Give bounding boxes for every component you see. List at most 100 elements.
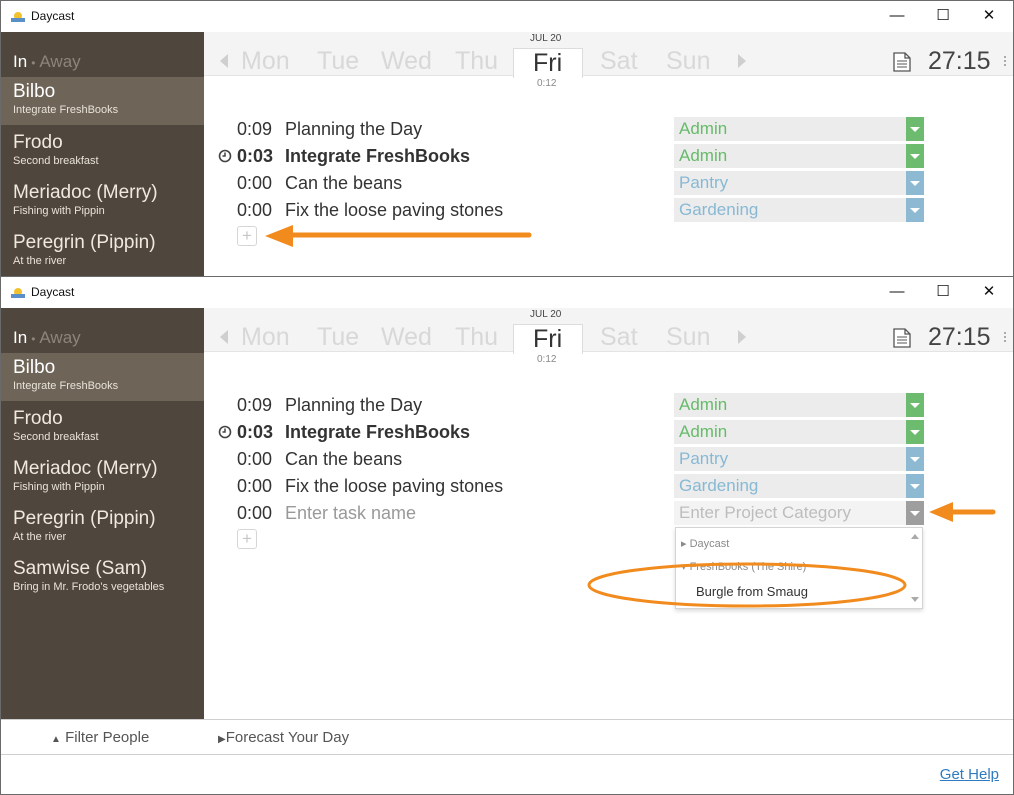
next-week-arrow-icon[interactable]	[738, 54, 746, 68]
person-bilbo[interactable]: Bilbo Integrate FreshBooks	[1, 353, 204, 401]
task-name-input[interactable]: Enter task name	[285, 503, 416, 524]
dropdown-scrollbar[interactable]	[908, 528, 922, 608]
dropdown-group-freshbooks[interactable]: ▾ FreshBooks (The Shire)	[681, 560, 806, 573]
scroll-up-icon[interactable]	[911, 534, 919, 539]
close-button[interactable]: ✕	[974, 281, 1004, 303]
status-in[interactable]: In	[13, 328, 27, 347]
category-dropdown-icon[interactable]	[906, 198, 924, 222]
day-thu[interactable]: Thu	[455, 323, 498, 352]
task-name[interactable]: Planning the Day	[285, 119, 422, 140]
category-dropdown-icon[interactable]	[906, 501, 924, 525]
category-select[interactable]: Pantry	[674, 447, 924, 471]
report-document-icon[interactable]	[893, 52, 911, 72]
person-merry[interactable]: Meriadoc (Merry) Fishing with Pippin	[1, 178, 204, 226]
previous-week-arrow-icon[interactable]	[220, 54, 228, 68]
category-select[interactable]: Admin	[674, 420, 924, 444]
report-document-icon[interactable]	[893, 328, 911, 348]
person-frodo[interactable]: Frodo Second breakfast	[1, 128, 204, 176]
person-task: Fishing with Pippin	[13, 205, 105, 217]
daycast-window-after: Daycast — ☐ ✕ In • Away Bilbo Integrate Fr…	[0, 276, 1014, 795]
day-tue[interactable]: Tue	[317, 47, 359, 76]
day-mon[interactable]: Mon	[241, 47, 290, 76]
minimize-button[interactable]: —	[882, 281, 912, 303]
person-frodo[interactable]: Frodo Second breakfast	[1, 404, 204, 452]
day-sun[interactable]: Sun	[666, 47, 710, 76]
category-select[interactable]: Admin	[674, 117, 924, 141]
task-name[interactable]: Fix the loose paving stones	[285, 200, 503, 221]
person-task: Bring in Mr. Frodo's vegetables	[13, 581, 165, 593]
person-bilbo[interactable]: Bilbo Integrate FreshBooks	[1, 77, 204, 125]
maximize-button[interactable]: ☐	[928, 281, 958, 303]
day-fri[interactable]: Fri	[533, 49, 562, 78]
category-dropdown-icon[interactable]	[906, 171, 924, 195]
task-name[interactable]: Integrate FreshBooks	[285, 422, 470, 443]
close-button[interactable]: ✕	[974, 5, 1004, 27]
task-name[interactable]: Can the beans	[285, 173, 402, 194]
person-pippin[interactable]: Peregrin (Pippin) At the river	[1, 504, 204, 552]
running-timer-icon[interactable]	[218, 425, 232, 439]
caret-up-icon: ▲	[51, 734, 61, 745]
day-tue[interactable]: Tue	[317, 323, 359, 352]
status-away[interactable]: Away	[39, 328, 80, 347]
group-label: Daycast	[689, 538, 730, 550]
total-time: 27:15	[928, 323, 991, 351]
task-name[interactable]: Integrate FreshBooks	[285, 146, 470, 167]
category-select[interactable]: Admin	[674, 144, 924, 168]
running-timer-icon[interactable]	[218, 149, 232, 163]
add-task-button[interactable]: +	[237, 226, 257, 246]
category-select[interactable]: Admin	[674, 393, 924, 417]
status-in[interactable]: In	[13, 52, 27, 71]
category-dropdown-icon[interactable]	[906, 393, 924, 417]
task-name[interactable]: Planning the Day	[285, 395, 422, 416]
person-merry[interactable]: Meriadoc (Merry) Fishing with Pippin	[1, 454, 204, 502]
day-wed[interactable]: Wed	[381, 47, 432, 76]
category-label: Admin	[679, 422, 728, 441]
get-help-link[interactable]: Get Help	[940, 766, 999, 783]
filter-people-toggle[interactable]: ▲ Filter People	[51, 729, 149, 746]
more-menu-icon[interactable]	[1004, 332, 1007, 344]
more-menu-icon[interactable]	[1004, 56, 1007, 68]
category-dropdown-icon[interactable]	[906, 144, 924, 168]
category-select[interactable]: Gardening	[674, 198, 924, 222]
day-mon[interactable]: Mon	[241, 323, 290, 352]
category-select[interactable]: Gardening	[674, 474, 924, 498]
person-task: Fishing with Pippin	[13, 481, 105, 493]
person-pippin[interactable]: Peregrin (Pippin) At the river	[1, 228, 204, 276]
category-dropdown-icon[interactable]	[906, 447, 924, 471]
footer-bar: ▲ Filter People ▶Forecast Your Day	[1, 719, 1013, 755]
day-fri[interactable]: Fri	[533, 325, 562, 354]
dropdown-option[interactable]: Burgle from Smaug	[696, 584, 808, 599]
forecast-day-toggle[interactable]: ▶Forecast Your Day	[218, 729, 349, 746]
task-name[interactable]: Fix the loose paving stones	[285, 476, 503, 497]
status-away[interactable]: Away	[39, 52, 80, 71]
maximize-button[interactable]: ☐	[928, 5, 958, 27]
day-sat[interactable]: Sat	[600, 323, 638, 352]
selected-date: JUL 20	[530, 33, 562, 44]
category-select[interactable]: Pantry	[674, 171, 924, 195]
day-sat[interactable]: Sat	[600, 47, 638, 76]
task-time: 0:03	[237, 422, 274, 442]
task-time: 0:00	[237, 449, 273, 469]
scroll-down-icon[interactable]	[911, 597, 919, 602]
category-label: Gardening	[679, 200, 759, 219]
forecast-day-label: Forecast Your Day	[225, 729, 350, 746]
annotation-arrow-icon	[929, 502, 996, 522]
category-dropdown-icon[interactable]	[906, 420, 924, 444]
total-time: 27:15	[928, 47, 991, 75]
category-input[interactable]: Enter Project Category	[674, 501, 924, 525]
minimize-button[interactable]: —	[882, 5, 912, 27]
person-sam[interactable]: Samwise (Sam) Bring in Mr. Frodo's veget…	[1, 554, 204, 602]
day-sun[interactable]: Sun	[666, 323, 710, 352]
day-wed[interactable]: Wed	[381, 323, 432, 352]
category-dropdown-icon[interactable]	[906, 474, 924, 498]
title-bar: Daycast — ☐ ✕	[1, 1, 1013, 32]
previous-week-arrow-icon[interactable]	[220, 330, 228, 344]
dropdown-group-daycast[interactable]: ▸ Daycast	[681, 537, 729, 550]
task-name[interactable]: Can the beans	[285, 449, 402, 470]
next-week-arrow-icon[interactable]	[738, 330, 746, 344]
add-task-button[interactable]: +	[237, 529, 257, 549]
category-dropdown-icon[interactable]	[906, 117, 924, 141]
category-dropdown-list: ▸ Daycast ▾ FreshBooks (The Shire) Burgl…	[675, 527, 923, 609]
day-thu[interactable]: Thu	[455, 47, 498, 76]
status-toggle: In • Away	[13, 52, 81, 72]
